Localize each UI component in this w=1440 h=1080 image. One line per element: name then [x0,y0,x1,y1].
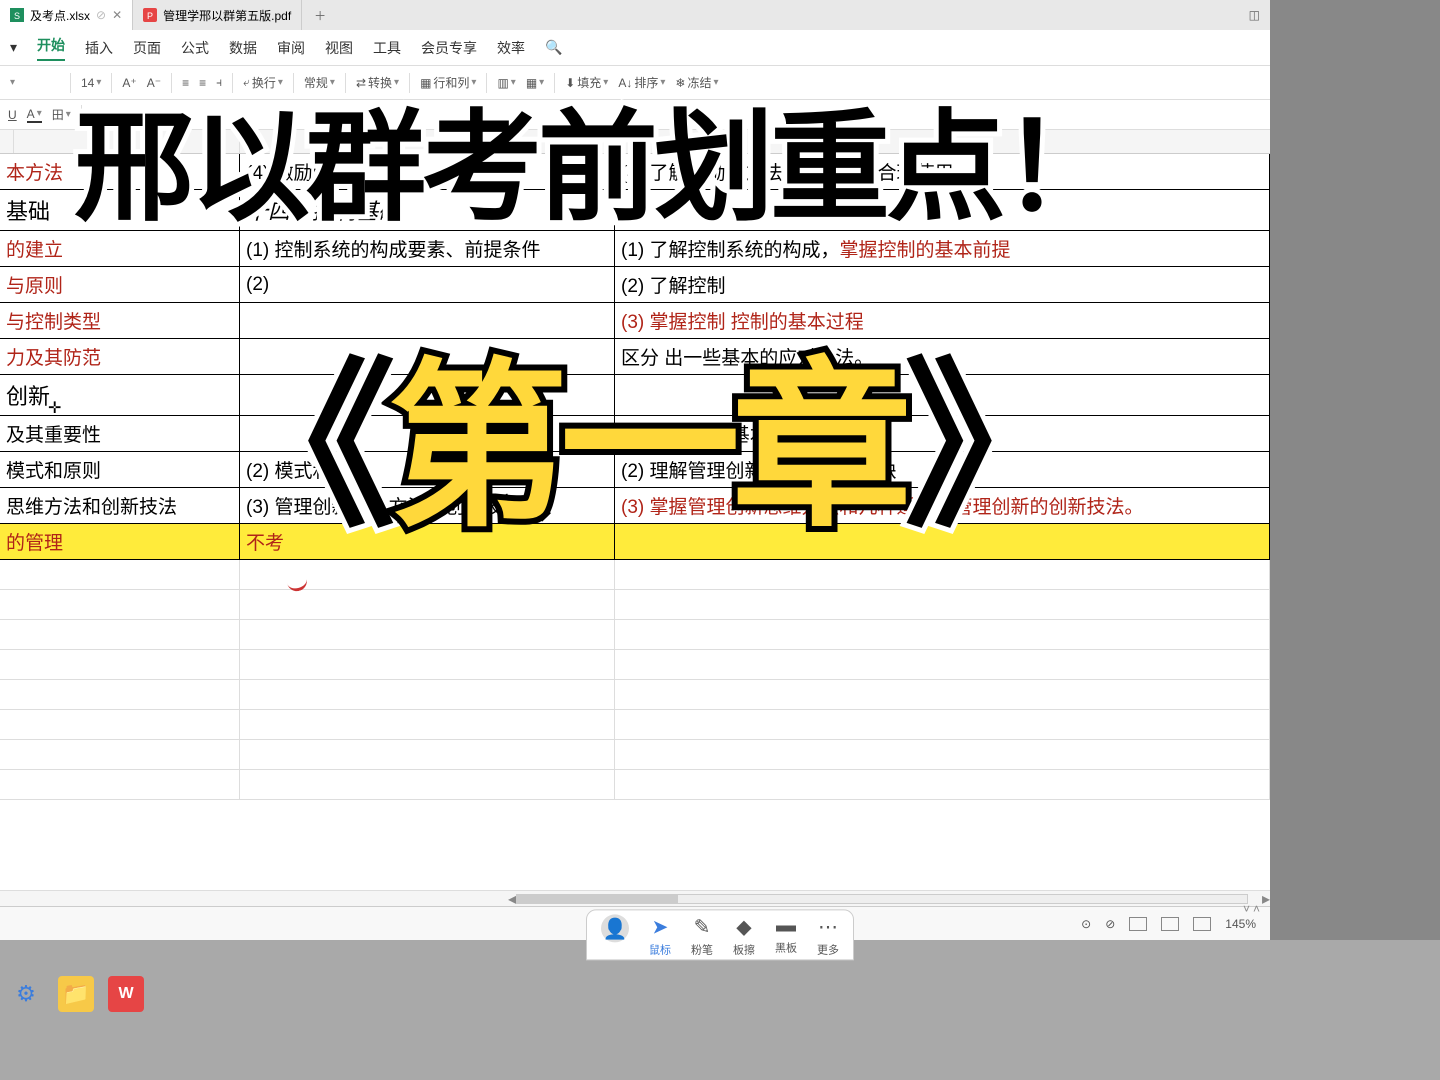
status-icon[interactable]: ⊘ [1105,917,1115,931]
dock-chalk[interactable]: ✎粉笔 [691,914,713,957]
tab-pdf[interactable]: P 管理学邢以群第五版.pdf [133,0,302,30]
cell[interactable] [0,650,240,679]
new-tab-button[interactable]: ＋ [302,7,338,24]
menu-bar: ▾ 开始 插入 页面 公式 数据 审阅 视图 工具 会员专享 效率 🔍 [0,30,1270,66]
svg-text:P: P [147,11,153,21]
pdf-icon: P [143,8,157,22]
cell[interactable] [615,680,1270,709]
view-split-icon[interactable] [1193,917,1211,931]
cell[interactable] [240,590,615,619]
dock-avatar[interactable]: 👤 [601,914,629,957]
cell[interactable] [240,680,615,709]
menu-member[interactable]: 会员专享 [421,38,477,58]
tab-label: 及考点.xlsx [30,7,90,24]
dock-more[interactable]: ⋯更多 [817,914,839,957]
cell[interactable] [240,770,615,799]
annotation-dock: 👤 ➤鼠标 ✎粉笔 ◆板擦 ▬黑板 ⋯更多 [586,909,854,960]
avatar-icon: 👤 [601,914,629,942]
cell-cursor-icon: ✛ [48,398,61,418]
close-icon[interactable]: ✕ [112,8,122,22]
cell[interactable] [240,710,615,739]
cell[interactable]: 模式和原则 [0,452,240,487]
chevron-up-icon[interactable]: ˄ [1253,902,1260,916]
tab-pin-icon[interactable]: ⊘ [96,8,106,22]
explorer-icon[interactable]: 📁 [58,976,94,1012]
view-page-icon[interactable] [1161,917,1179,931]
underline-icon[interactable]: U [8,108,17,122]
dock-eraser[interactable]: ◆板擦 [733,914,755,957]
font-family-dropdown[interactable] [10,77,60,88]
search-icon[interactable]: 🔍 [545,39,562,56]
cell[interactable] [240,650,615,679]
dock-board[interactable]: ▬黑板 [775,914,797,957]
cell[interactable]: 的管理 [0,524,240,559]
cell[interactable] [0,620,240,649]
cell[interactable]: (2) 了解控制 [615,267,1270,302]
scroll-thumb[interactable] [517,895,678,903]
board-icon: ▬ [776,914,796,937]
chevron-down-icon[interactable]: ˅ [1243,902,1250,916]
cell[interactable] [615,740,1270,769]
cell[interactable] [0,740,240,769]
overlay-title: 邢以群考前划重点！ [74,70,1118,244]
cell[interactable]: (2) [240,267,615,302]
cell[interactable]: 力及其防范 [0,339,240,374]
tab-bar: S 及考点.xlsx ⊘ ✕ P 管理学邢以群第五版.pdf ＋ ◫ [0,0,1270,30]
layout-icon[interactable]: ◫ [1249,8,1260,22]
cell[interactable] [0,560,240,589]
status-icon[interactable]: ⊙ [1081,917,1091,931]
menu-view[interactable]: 视图 [325,38,353,58]
cursor-icon: ➤ [652,914,669,939]
svg-text:S: S [14,11,20,21]
scroll-track[interactable] [516,894,1248,904]
cell[interactable] [615,650,1270,679]
menu-data[interactable]: 数据 [229,38,257,58]
border-icon[interactable]: 田 [52,106,71,123]
menu-insert[interactable]: 插入 [85,38,113,58]
cell[interactable]: 创新 [0,375,240,415]
cell[interactable] [615,590,1270,619]
settings-icon[interactable]: ⚙ [8,976,44,1012]
view-normal-icon[interactable] [1129,917,1147,931]
cell[interactable] [240,560,615,589]
cell[interactable] [240,620,615,649]
cell[interactable]: 与控制类型 [0,303,240,338]
menu-dropdown-icon[interactable]: ▾ [10,39,17,56]
xlsx-icon: S [10,8,24,22]
cell[interactable] [240,740,615,769]
cell[interactable] [615,560,1270,589]
cell[interactable] [615,710,1270,739]
menu-efficiency[interactable]: 效率 [497,38,525,58]
cell[interactable] [0,770,240,799]
menu-review[interactable]: 审阅 [277,38,305,58]
cell[interactable]: 思维方法和创新技法 [0,488,240,523]
cell[interactable] [0,710,240,739]
more-icon: ⋯ [818,914,838,939]
eraser-icon: ◆ [736,914,751,939]
menu-start[interactable]: 开始 [37,35,65,61]
horizontal-scrollbar[interactable]: ◂ ▸ [0,890,1270,906]
font-color-icon[interactable]: A [27,107,42,123]
cell[interactable] [0,680,240,709]
cell[interactable] [0,590,240,619]
taskbar: ⚙ 📁 W [8,976,144,1012]
menu-page[interactable]: 页面 [133,38,161,58]
cell[interactable]: 与原则 [0,267,240,302]
zoom-level[interactable]: 145% [1225,917,1256,931]
cell[interactable] [615,770,1270,799]
wps-icon[interactable]: W [108,976,144,1012]
cell[interactable]: 及其重要性 [0,416,240,451]
overlay-chapter: 《第一章》 [216,300,1076,561]
dock-mouse[interactable]: ➤鼠标 [649,914,671,957]
tab-label: 管理学邢以群第五版.pdf [163,7,291,24]
pencil-icon: ✎ [694,914,711,939]
menu-formula[interactable]: 公式 [181,38,209,58]
tab-xlsx[interactable]: S 及考点.xlsx ⊘ ✕ [0,0,133,30]
cell[interactable] [615,620,1270,649]
menu-tools[interactable]: 工具 [373,38,401,58]
